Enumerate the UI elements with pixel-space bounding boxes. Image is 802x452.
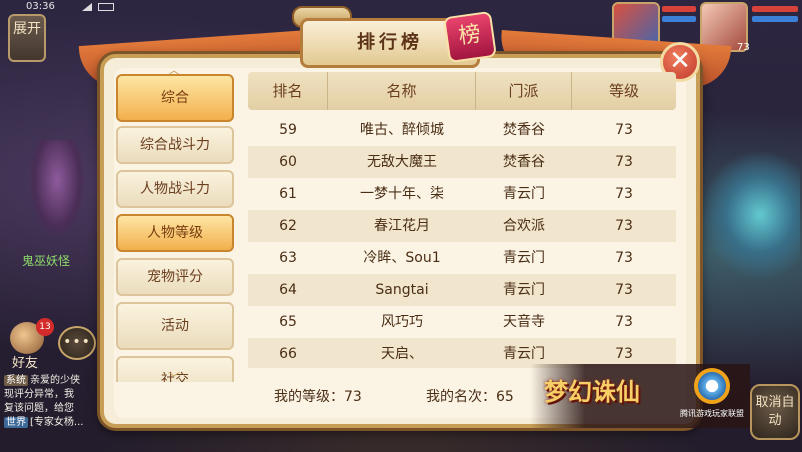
cell-name: Sangtai: [375, 282, 429, 298]
my-level: 我的等级：73: [274, 389, 362, 405]
table-row[interactable]: 63 冷眸、Sou1 青云门 73: [248, 242, 676, 274]
category-overall-power[interactable]: 综合战斗力: [116, 126, 234, 164]
game-logo-watermark: 梦幻诛仙 腾讯游戏玩家联盟: [530, 364, 750, 428]
cell-name: 风巧巧: [381, 314, 423, 330]
status-time: 03:36: [26, 1, 55, 12]
cell-rank: 59: [279, 122, 297, 138]
publisher-label: 腾讯游戏玩家联盟: [680, 409, 744, 418]
cell-rank: 66: [279, 346, 297, 362]
table-row[interactable]: 65 风巧巧 天音寺 73: [248, 306, 676, 338]
cell-sect: 焚香谷: [503, 122, 545, 138]
pet-hp-bar: [662, 6, 696, 12]
header-level: 等级: [608, 82, 639, 100]
npc-sprite[interactable]: [700, 150, 800, 280]
category-activity[interactable]: 活动: [116, 302, 234, 350]
pet-mp-bar: [662, 16, 696, 22]
table-header: 排名 名称 门派 等级: [248, 72, 676, 110]
table-row[interactable]: 60 无敌大魔王 焚香谷 73: [248, 146, 676, 178]
cell-level: 73: [615, 282, 633, 298]
chat-text: 亲爱的少侠: [30, 375, 80, 386]
monster-sprite[interactable]: [28, 140, 86, 240]
status-bar: 03:36: [0, 0, 170, 14]
rank-seal-icon: 榜: [443, 10, 497, 64]
cell-rank: 61: [279, 186, 297, 202]
cell-name: 春江花月: [374, 218, 430, 234]
chat-line: 世界 [专家女杨...: [4, 416, 104, 430]
category-character-level[interactable]: 人物等级: [116, 214, 234, 252]
cancel-auto-button[interactable]: 取消自动: [750, 384, 800, 440]
monster-name: 鬼巫妖怪: [22, 254, 71, 268]
header-name: 名称: [328, 72, 476, 110]
friend-label: 好友: [12, 356, 39, 371]
cell-name: 冷眸、Sou1: [363, 250, 441, 266]
cell-sect: 青云门: [503, 186, 545, 202]
chat-line: 复该问题，给您: [4, 402, 104, 416]
player-hp-bar: [752, 6, 798, 12]
header-rank: 排名: [248, 72, 328, 110]
chat-line: 系统 亲爱的少侠: [4, 374, 104, 388]
cell-rank: 60: [279, 154, 297, 170]
friend-count-badge: 13: [36, 318, 54, 336]
game-title-logo: 梦幻诛仙: [544, 378, 640, 406]
signal-icon: [82, 3, 92, 11]
category-character-power[interactable]: 人物战斗力: [116, 170, 234, 208]
cell-name: 无敌大魔王: [367, 154, 437, 170]
ranking-table: 排名 名称 门派 等级 59 唯古、醉倾城 焚香谷 73 60 无敌大魔王 焚香…: [248, 72, 676, 368]
table-row[interactable]: 61 一梦十年、柒 青云门 73: [248, 178, 676, 210]
chat-button[interactable]: •••: [58, 326, 96, 360]
cell-level: 73: [615, 314, 633, 330]
chat-channel-tag: 系统: [4, 375, 28, 386]
chat-log[interactable]: 系统 亲爱的少侠 现评分异常，我 复该问题，给您 世界 [专家女杨...: [4, 374, 104, 430]
cell-rank: 63: [279, 250, 297, 266]
cell-sect: 合欢派: [503, 218, 545, 234]
table-row[interactable]: 64 Sangtai 青云门 73: [248, 274, 676, 306]
chat-text: [专家女杨...: [30, 417, 84, 428]
category-pet-score[interactable]: 宠物评分: [116, 258, 234, 296]
cell-level: 73: [615, 154, 633, 170]
battery-icon: [98, 3, 114, 11]
cell-name: 唯古、醉倾城: [360, 122, 444, 138]
table-row[interactable]: 62 春江花月 合欢派 73: [248, 210, 676, 242]
cell-level: 73: [615, 218, 633, 234]
chat-line: 现评分异常，我: [4, 388, 104, 402]
cell-rank: 62: [279, 218, 297, 234]
cell-sect: 焚香谷: [503, 154, 545, 170]
category-overall[interactable]: 综合: [116, 74, 234, 122]
chat-channel-tag: 世界: [4, 417, 28, 428]
cell-name: 天启、: [381, 346, 423, 362]
expand-button[interactable]: 展开: [8, 14, 46, 62]
player-level: 73: [737, 42, 750, 53]
my-rank: 我的名次：65: [426, 389, 514, 405]
player-mp-bar: [752, 16, 798, 22]
cell-level: 73: [615, 122, 633, 138]
table-row[interactable]: 59 唯古、醉倾城 焚香谷 73: [248, 114, 676, 146]
category-list[interactable]: ︿ 综合 综合战斗力 人物战斗力 人物等级 宠物评分 活动 社交 ﹀: [112, 66, 236, 382]
publisher-emblem-icon: [694, 368, 730, 404]
cell-sect: 青云门: [503, 282, 545, 298]
table-body[interactable]: 59 唯古、醉倾城 焚香谷 73 60 无敌大魔王 焚香谷 73 61 一梦十年…: [248, 114, 676, 368]
chat-text: 复该问题，给您: [4, 403, 74, 414]
cell-rank: 64: [279, 282, 297, 298]
cell-rank: 65: [279, 314, 297, 330]
cell-sect: 天音寺: [503, 314, 545, 330]
cell-level: 73: [615, 186, 633, 202]
scroll-down-icon[interactable]: ﹀: [168, 372, 180, 382]
chat-text: 现评分异常，我: [4, 389, 74, 400]
cell-sect: 青云门: [503, 250, 545, 266]
header-sect: 门派: [476, 72, 572, 110]
cell-level: 73: [615, 250, 633, 266]
cell-name: 一梦十年、柒: [360, 186, 444, 202]
